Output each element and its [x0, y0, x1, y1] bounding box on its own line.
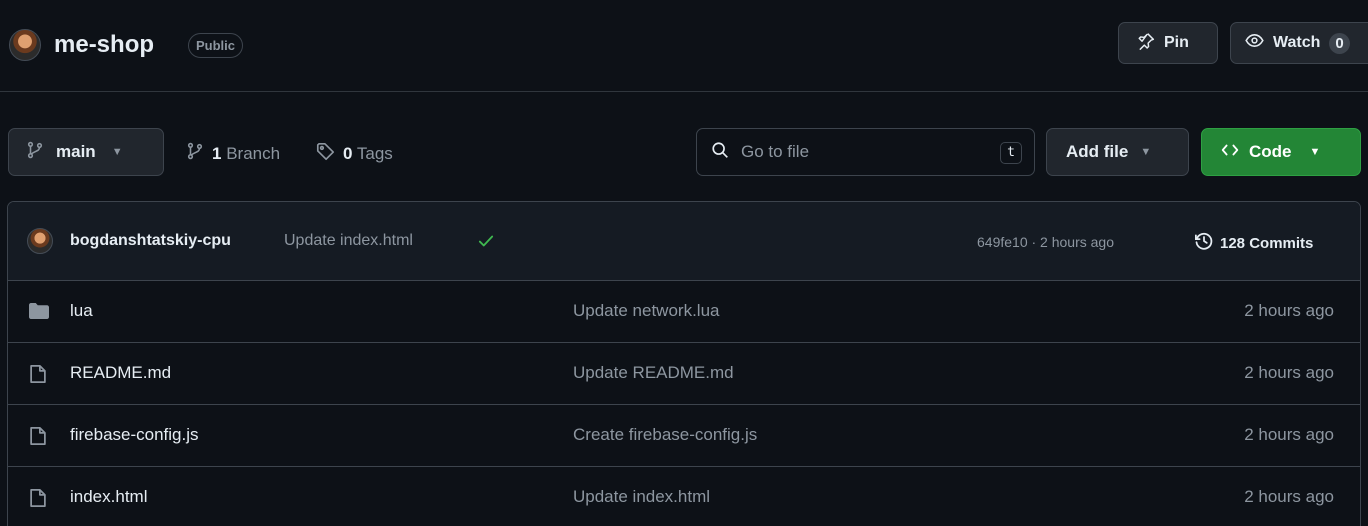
branch-name: main	[56, 142, 96, 161]
code-button[interactable]: Code ▼	[1201, 128, 1361, 176]
code-icon	[1221, 141, 1239, 164]
file-commit-message[interactable]: Update README.md	[573, 363, 734, 383]
chevron-down-icon: ▼	[111, 146, 123, 158]
file-commit-message[interactable]: Create firebase-config.js	[573, 425, 757, 445]
commits-count: 128 Commits	[1220, 234, 1314, 252]
add-file-label: Add file	[1066, 142, 1129, 161]
file-list: bogdanshtatskiy-cpu Update index.html 64…	[7, 201, 1361, 526]
commit-message[interactable]: Update index.html	[284, 232, 413, 250]
commit-author[interactable]: bogdanshtatskiy-cpu	[70, 232, 231, 250]
repo-header: me-shop Public Pin Watch 0	[0, 0, 1368, 92]
pin-button[interactable]: Pin	[1118, 22, 1218, 64]
chevron-down-icon: ▼	[1309, 146, 1321, 158]
pin-icon	[1137, 32, 1155, 55]
file-commit-time: 2 hours ago	[1244, 425, 1334, 444]
watch-button[interactable]: Watch 0	[1230, 22, 1368, 64]
file-row[interactable]: README.md Update README.md 2 hours ago	[8, 343, 1360, 405]
go-to-file-search[interactable]: t	[696, 128, 1035, 176]
branch-count: 1	[212, 143, 222, 163]
eye-icon	[1245, 31, 1264, 55]
visibility-badge: Public	[188, 33, 244, 58]
file-row[interactable]: index.html Update index.html 2 hours ago	[8, 467, 1360, 526]
file-commit-time: 2 hours ago	[1244, 301, 1334, 320]
folder-icon	[29, 302, 49, 325]
branch-label: Branch	[226, 143, 281, 163]
git-branch-icon	[186, 142, 204, 165]
keyboard-shortcut-hint: t	[1000, 142, 1022, 164]
file-name[interactable]: index.html	[70, 487, 147, 507]
commit-sha-time[interactable]: 649fe10 · 2 hours ago	[977, 234, 1114, 250]
check-icon[interactable]	[477, 232, 495, 255]
file-icon	[29, 364, 47, 389]
file-row[interactable]: firebase-config.js Create firebase-confi…	[8, 405, 1360, 467]
chevron-down-icon: ▼	[1140, 146, 1152, 158]
file-icon	[29, 426, 47, 451]
file-name[interactable]: lua	[70, 301, 93, 321]
tag-icon	[316, 142, 335, 166]
branch-select-button[interactable]: main ▼	[8, 128, 164, 176]
search-icon	[711, 141, 729, 164]
watch-count: 0	[1329, 32, 1350, 54]
branches-link[interactable]: 1 Branch	[186, 142, 280, 165]
tag-label: Tags	[356, 144, 393, 163]
add-file-button[interactable]: Add file ▼	[1046, 128, 1189, 176]
tag-count: 0	[343, 144, 353, 163]
commit-author-avatar[interactable]	[27, 228, 53, 254]
file-commit-message[interactable]: Update index.html	[573, 487, 710, 507]
file-commit-message[interactable]: Update network.lua	[573, 301, 719, 321]
file-icon	[29, 488, 47, 513]
file-commit-time: 2 hours ago	[1244, 487, 1334, 506]
go-to-file-input[interactable]	[741, 142, 981, 162]
repo-page: me-shop Public Pin Watch 0 main ▼ 1 Bran…	[0, 0, 1368, 526]
tags-link[interactable]: 0 Tags	[316, 142, 393, 166]
file-name[interactable]: README.md	[70, 363, 171, 383]
code-label: Code	[1249, 142, 1292, 161]
latest-commit-bar: bogdanshtatskiy-cpu Update index.html 64…	[8, 202, 1360, 281]
pin-label: Pin	[1164, 34, 1189, 51]
history-icon	[1194, 231, 1214, 255]
owner-avatar[interactable]	[9, 29, 41, 61]
file-name[interactable]: firebase-config.js	[70, 425, 199, 445]
file-row[interactable]: lua Update network.lua 2 hours ago	[8, 281, 1360, 343]
git-branch-icon	[26, 141, 44, 164]
file-commit-time: 2 hours ago	[1244, 363, 1334, 382]
commits-history-link[interactable]: 128 Commits	[1194, 231, 1313, 255]
repo-name[interactable]: me-shop	[54, 31, 154, 59]
watch-label: Watch	[1273, 34, 1321, 51]
